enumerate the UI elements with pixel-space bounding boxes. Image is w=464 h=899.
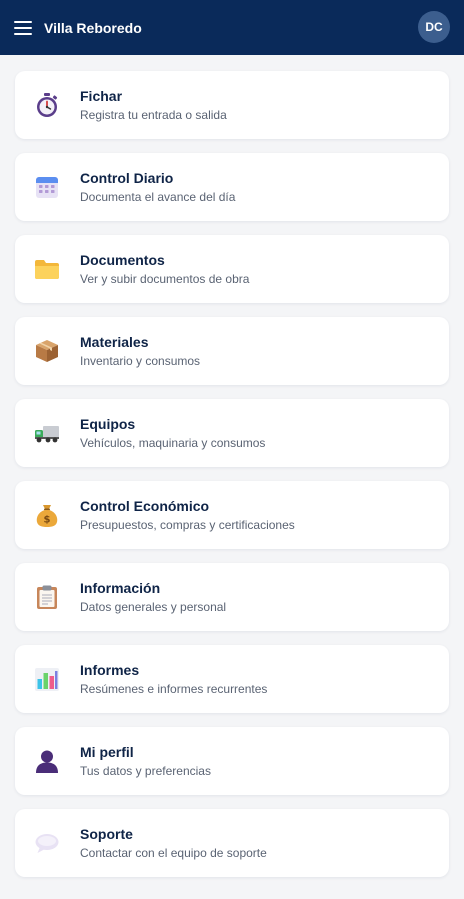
card-title: Materiales xyxy=(80,334,149,350)
menu-card-materiales[interactable]: Materiales Inventario y consumos xyxy=(15,317,449,385)
menu-card-informes[interactable]: Informes Resúmenes e informes recurrente… xyxy=(15,645,449,713)
user-avatar[interactable]: DC xyxy=(418,11,450,43)
card-title: Documentos xyxy=(80,252,165,268)
card-subtitle: Inventario y consumos xyxy=(80,354,201,368)
card-title: Informes xyxy=(80,662,140,678)
card-subtitle: Presupuestos, compras y certificaciones xyxy=(80,518,295,532)
menu-card-informacion[interactable]: Información Datos generales y personal xyxy=(15,563,449,631)
hamburger-menu-icon[interactable] xyxy=(14,20,32,35)
user-icon xyxy=(34,748,60,774)
menu-card-equipos[interactable]: Equipos Vehículos, maquinaria y consumos xyxy=(15,399,449,467)
card-subtitle: Ver y subir documentos de obra xyxy=(80,272,250,286)
menu-list: Fichar Registra tu entrada o salida Cont… xyxy=(0,55,464,877)
card-subtitle: Contactar con el equipo de soporte xyxy=(80,846,267,860)
card-subtitle: Resúmenes e informes recurrentes xyxy=(80,682,268,696)
menu-card-documentos[interactable]: Documentos Ver y subir documentos de obr… xyxy=(15,235,449,303)
card-title: Soporte xyxy=(80,826,133,842)
card-subtitle: Tus datos y preferencias xyxy=(80,764,211,778)
money-bag-icon: $ xyxy=(34,502,60,528)
card-subtitle: Datos generales y personal xyxy=(80,600,227,614)
folder-icon xyxy=(34,256,60,282)
truck-icon xyxy=(34,420,60,446)
app-title: Villa Reboredo xyxy=(44,19,142,36)
calendar-icon xyxy=(34,174,60,200)
card-subtitle: Vehículos, maquinaria y consumos xyxy=(80,436,266,450)
card-title: Equipos xyxy=(80,416,136,432)
svg-text:$: $ xyxy=(44,515,51,526)
menu-card-control-economico[interactable]: $ Control Económico Presupuestos, compra… xyxy=(15,481,449,549)
speech-bubble-icon xyxy=(34,830,60,856)
card-title: Fichar xyxy=(80,88,123,104)
menu-card-soporte[interactable]: Soporte Contactar con el equipo de sopor… xyxy=(15,809,449,877)
card-subtitle: Registra tu entrada o salida xyxy=(80,108,227,122)
card-title: Control Económico xyxy=(80,498,210,514)
card-title: Información xyxy=(80,580,161,596)
card-title: Mi perfil xyxy=(80,744,134,760)
stopwatch-icon xyxy=(34,92,60,118)
card-title: Control Diario xyxy=(80,170,174,186)
top-app-bar: Villa Reboredo DC xyxy=(0,0,464,55)
menu-card-fichar[interactable]: Fichar Registra tu entrada o salida xyxy=(15,71,449,139)
menu-card-control-diario[interactable]: Control Diario Documenta el avance del d… xyxy=(15,153,449,221)
box-icon xyxy=(34,338,60,364)
clipboard-icon xyxy=(34,584,60,610)
menu-card-mi-perfil[interactable]: Mi perfil Tus datos y preferencias xyxy=(15,727,449,795)
bar-chart-icon xyxy=(34,666,60,692)
card-subtitle: Documenta el avance del día xyxy=(80,190,236,204)
